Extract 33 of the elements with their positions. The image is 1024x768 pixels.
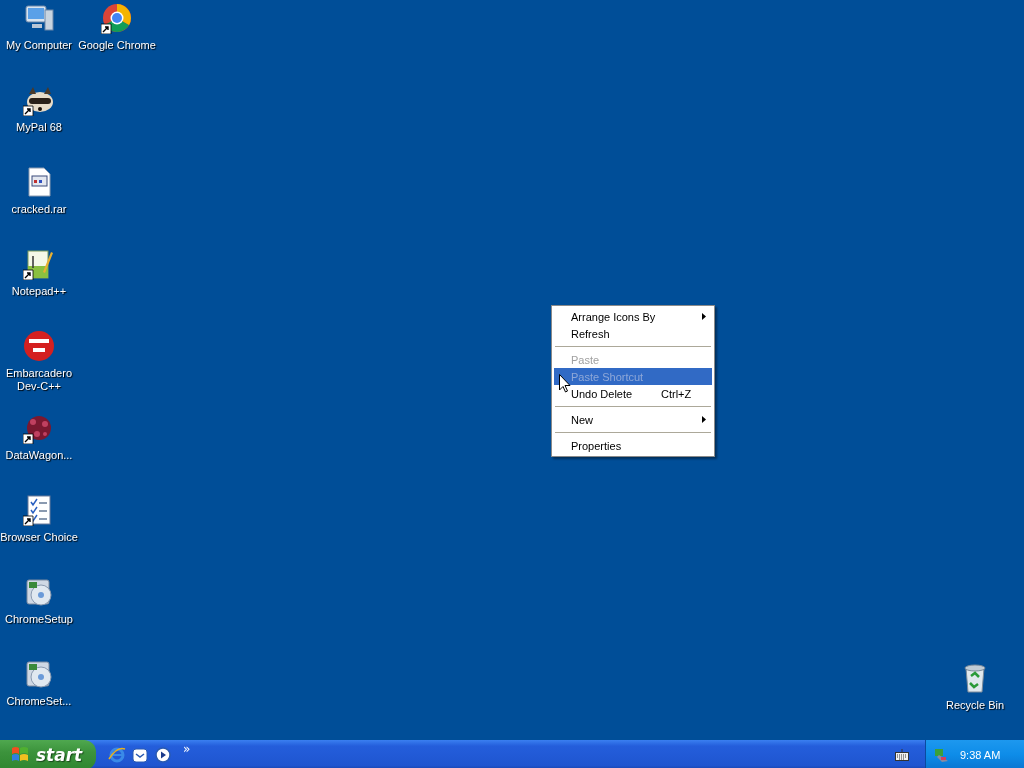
menu-item[interactable]: New [554,411,712,428]
menu-item[interactable]: Properties [554,437,712,454]
icon-label[interactable]: cracked.rar [11,203,67,216]
notepad-icon[interactable] [23,248,55,280]
keyboard-icon[interactable] [895,749,909,761]
icon-label[interactable]: ChromeSetup [5,613,73,626]
icon-label[interactable]: Recycle Bin [945,699,1005,712]
menu-item[interactable]: Arrange Icons By [554,308,712,325]
internet-explorer-icon[interactable] [108,746,126,764]
setup-icon[interactable] [23,576,55,608]
icon-label[interactable]: Google Chrome [78,39,156,52]
icon-label[interactable]: My Computer [6,39,72,52]
submenu-arrow-icon [702,313,706,320]
clock-time[interactable]: 9:38 AM [960,749,1001,761]
icon-label[interactable]: MyPal 68 [16,121,62,134]
computer-icon[interactable] [23,2,55,34]
menu-item[interactable]: Refresh [554,325,712,342]
media-player-icon[interactable] [154,746,172,764]
menu-item[interactable]: Undo Delete Ctrl+Z [554,385,712,402]
icon-label[interactable]: Notepad++ [11,285,67,298]
dev-icon[interactable] [23,330,55,362]
icon-label[interactable]: Embarcadero Dev-C++ [0,367,78,393]
chevron-button[interactable]: » [183,742,191,756]
mail-icon[interactable] [131,746,149,764]
start-button[interactable]: start [0,740,96,768]
windows-flag-icon [10,746,30,764]
chrome-icon[interactable] [101,2,133,34]
icon-label[interactable]: DataWagon... [5,449,73,462]
mouse-pointer-icon [559,374,571,393]
icon-label[interactable]: ChromeSet... [6,695,72,708]
setup-icon[interactable] [23,658,55,690]
submenu-arrow-icon [702,416,706,423]
icon-label[interactable]: Browser Choice [0,531,78,544]
